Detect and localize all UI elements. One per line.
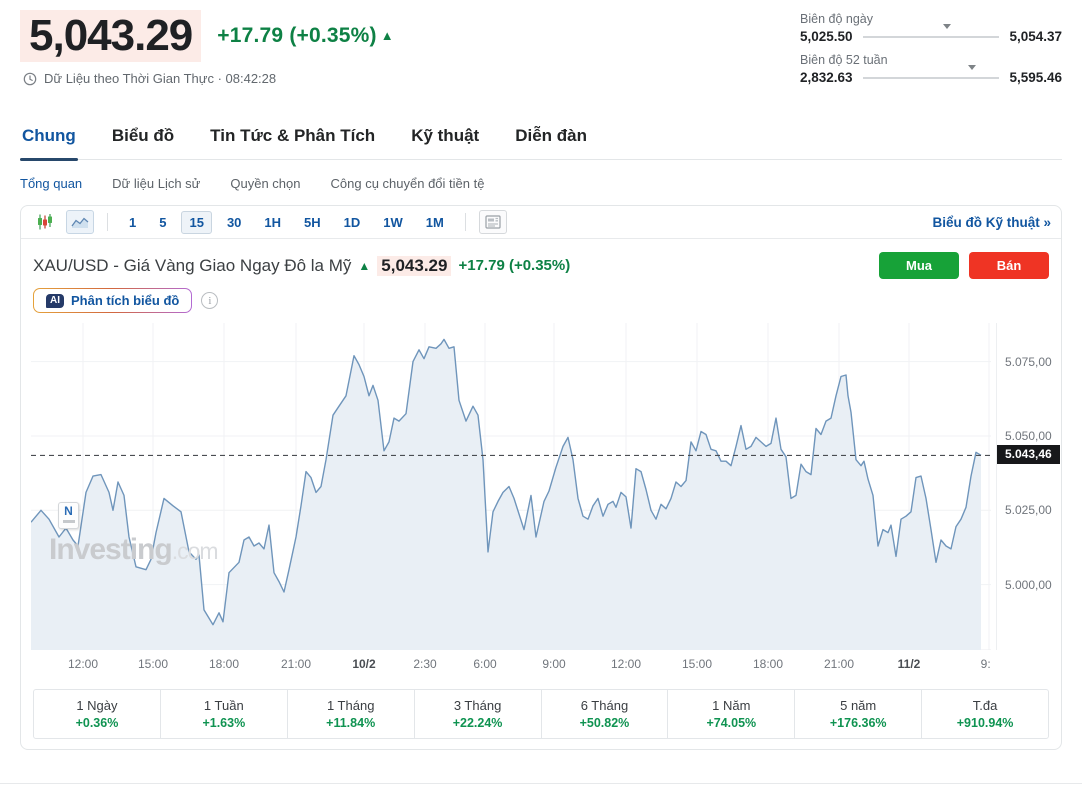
day-range-low: 5,025.50 <box>800 29 853 44</box>
realtime-label: Dữ Liệu theo Thời Gian Thực · 08:42:28 <box>44 71 276 86</box>
subtab-du-lieu-lich-su[interactable]: Dữ liệu Lịch sử <box>112 176 200 191</box>
interval-5h[interactable]: 5H <box>296 211 329 234</box>
sell-button[interactable]: Bán <box>969 252 1049 279</box>
price-axis[interactable]: 5.043,46 5.075,00 5.050,00 5.025,00 5.000,0… <box>996 323 1061 650</box>
x-tick-label: 15:00 <box>138 657 168 671</box>
price-change: +17.79 (+0.35%)▲ <box>217 24 394 48</box>
ranges-block: Biên độ ngày 5,025.50 5,054.37 Biên độ 5… <box>800 12 1062 94</box>
ai-badge-icon: AI <box>46 294 64 308</box>
day-range-label: Biên độ ngày <box>800 12 1062 26</box>
chart-card: 1 5 15 30 1H 5H 1D 1W 1M Biểu đồ Kỹ thuậ… <box>20 205 1062 750</box>
chart-header-row: XAU/USD - Giá Vàng Giao Ngay Đô la Mỹ ▲ … <box>21 239 1061 279</box>
buy-sell-buttons: Mua Bán <box>879 252 1049 279</box>
ai-analysis-button[interactable]: AI Phân tích biểu đồ <box>33 288 192 313</box>
day-range-track <box>863 36 1000 38</box>
x-tick-label: 2:30 <box>413 657 436 671</box>
ai-analysis-label: Phân tích biểu đồ <box>71 293 179 308</box>
x-tick-label: 15:00 <box>682 657 712 671</box>
sub-tabs: Tổng quan Dữ liệu Lịch sử Quyền chọn Côn… <box>20 176 1062 191</box>
x-tick-label: 21:00 <box>281 657 311 671</box>
ai-analysis-row: AI Phân tích biểu đồ i <box>21 279 1061 319</box>
week52-range-track <box>863 77 1000 79</box>
info-icon[interactable]: i <box>201 292 218 309</box>
interval-1d[interactable]: 1D <box>336 211 369 234</box>
section-divider <box>0 783 1082 784</box>
area-chart-icon[interactable] <box>66 210 94 234</box>
perf-toan-da[interactable]: T.đa +910.94% <box>922 690 1048 738</box>
day-range-high: 5,054.37 <box>1009 29 1062 44</box>
title-up-arrow-icon: ▲ <box>358 259 370 273</box>
day-range: Biên độ ngày 5,025.50 5,054.37 <box>800 12 1062 44</box>
x-tick-label: 6:00 <box>473 657 496 671</box>
news-events-icon[interactable] <box>479 210 507 234</box>
chart-area: Investing.com N 5.043,46 5.075,005.050,0… <box>21 323 1061 679</box>
interval-1h[interactable]: 1H <box>256 211 289 234</box>
x-tick-label: 12:00 <box>611 657 641 671</box>
price-area-chart[interactable] <box>31 323 991 650</box>
chart-title: XAU/USD - Giá Vàng Giao Ngay Đô la Mỹ ▲ … <box>33 256 570 276</box>
interval-5[interactable]: 5 <box>151 211 174 234</box>
x-tick-label: 21:00 <box>824 657 854 671</box>
news-marker-badge[interactable]: N <box>58 502 79 529</box>
technical-chart-link[interactable]: Biểu đồ Kỹ thuật » <box>932 215 1051 230</box>
perf-1-tuan[interactable]: 1 Tuần +1.63% <box>161 690 288 738</box>
main-tabs: Chung Biểu đồ Tin Tức & Phân Tích Kỹ thu… <box>20 126 1062 160</box>
candlestick-chart-icon[interactable] <box>31 210 59 234</box>
day-range-marker <box>943 29 951 47</box>
quote-page: 5,043.29 +17.79 (+0.35%)▲ Dữ Liệu theo T… <box>0 0 1082 750</box>
toolbar-divider <box>465 213 466 231</box>
perf-1-ngay[interactable]: 1 Ngày +0.36% <box>34 690 161 738</box>
week52-range-marker <box>968 70 976 88</box>
buy-button[interactable]: Mua <box>879 252 959 279</box>
interval-15[interactable]: 15 <box>181 211 211 234</box>
chart-title-change: +17.79 (+0.35%) <box>458 257 570 274</box>
perf-1-thang[interactable]: 1 Tháng +11.84% <box>288 690 415 738</box>
interval-30[interactable]: 30 <box>219 211 249 234</box>
current-price-tag: 5.043,46 <box>997 445 1060 464</box>
week52-range-label: Biên độ 52 tuần <box>800 53 1062 67</box>
interval-1m[interactable]: 1M <box>418 211 452 234</box>
interval-1w[interactable]: 1W <box>375 211 411 234</box>
realtime-row: Dữ Liệu theo Thời Gian Thực · 08:42:28 <box>23 71 394 86</box>
tab-tin-tuc[interactable]: Tin Tức & Phân Tích <box>208 126 377 159</box>
performance-strip: 1 Ngày +0.36% 1 Tuần +1.63% 1 Tháng +11.… <box>33 689 1049 739</box>
perf-3-thang[interactable]: 3 Tháng +22.24% <box>415 690 542 738</box>
chart-toolbar: 1 5 15 30 1H 5H 1D 1W 1M Biểu đồ Kỹ thuậ… <box>21 206 1061 239</box>
x-tick-label: 18:00 <box>209 657 239 671</box>
tab-chung[interactable]: Chung <box>20 126 78 159</box>
chart-title-text: XAU/USD - Giá Vàng Giao Ngay Đô la Mỹ <box>33 256 351 276</box>
x-tick-label: 10/2 <box>352 657 375 671</box>
up-arrow-icon: ▲ <box>381 28 394 43</box>
week52-range-low: 2,832.63 <box>800 70 853 85</box>
x-tick-label: 12:00 <box>68 657 98 671</box>
x-tick-label: 9:00 <box>542 657 565 671</box>
perf-1-nam[interactable]: 1 Năm +74.05% <box>668 690 795 738</box>
y-tick-label: 5.025,00 <box>1005 503 1052 517</box>
y-tick-label: 5.075,00 <box>1005 355 1052 369</box>
week52-range-high: 5,595.46 <box>1009 70 1062 85</box>
time-axis[interactable]: 12:00 15:00 18:00 21:00 10/2 2:30 6:00 9:00 12:0… <box>31 654 991 676</box>
x-tick-label: 18:00 <box>753 657 783 671</box>
quote-header: 5,043.29 +17.79 (+0.35%)▲ Dữ Liệu theo T… <box>20 10 1062 94</box>
week52-range: Biên độ 52 tuần 2,832.63 5,595.46 <box>800 53 1062 85</box>
toolbar-divider <box>107 213 108 231</box>
interval-1[interactable]: 1 <box>121 211 144 234</box>
tab-ky-thuat[interactable]: Kỹ thuật <box>409 126 481 159</box>
perf-6-thang[interactable]: 6 Tháng +50.82% <box>542 690 669 738</box>
x-tick-label: 9:0 <box>981 657 991 671</box>
chart-title-price: 5,043.29 <box>377 256 451 276</box>
y-tick-label: 5.050,00 <box>1005 429 1052 443</box>
price-block: 5,043.29 +17.79 (+0.35%)▲ Dữ Liệu theo T… <box>20 10 394 86</box>
last-price: 5,043.29 <box>20 10 201 62</box>
clock-icon <box>23 72 37 86</box>
subtab-tong-quan[interactable]: Tổng quan <box>20 176 82 191</box>
tab-dien-dan[interactable]: Diễn đàn <box>513 126 589 159</box>
perf-5-nam[interactable]: 5 năm +176.36% <box>795 690 922 738</box>
tab-bieu-do[interactable]: Biểu đồ <box>110 126 176 159</box>
y-tick-label: 5.000,00 <box>1005 578 1052 592</box>
subtab-cong-cu[interactable]: Công cụ chuyển đổi tiền tệ <box>331 176 485 191</box>
x-tick-label: 11/2 <box>898 657 921 671</box>
subtab-quyen-chon[interactable]: Quyền chọn <box>230 176 300 191</box>
